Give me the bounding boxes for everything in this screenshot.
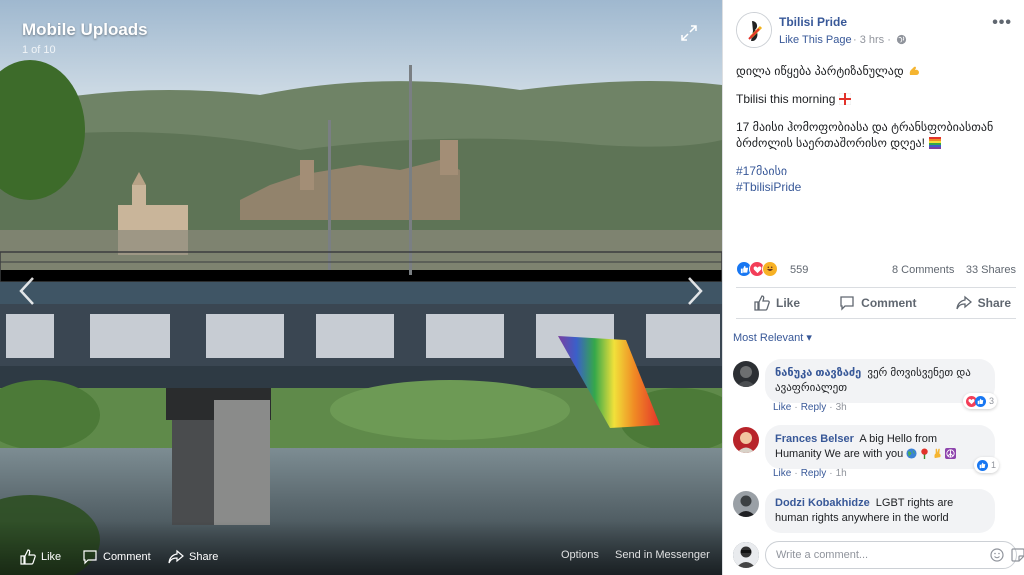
commenter-name[interactable]: ნანუკა თავზაძე bbox=[775, 367, 861, 379]
globe-icon bbox=[896, 34, 907, 45]
post-header: Tbilisi Pride Like This Page · 3 hrs · •… bbox=[736, 12, 1016, 52]
share-icon bbox=[955, 295, 972, 310]
more-options-icon[interactable]: ••• bbox=[992, 14, 1012, 32]
share-label: Share bbox=[977, 296, 1011, 310]
send-in-messenger-link[interactable]: Send in Messenger bbox=[615, 549, 710, 561]
comment-reaction-count: 1 bbox=[991, 460, 997, 470]
comment-meta: Like · Reply · 1h bbox=[773, 468, 847, 479]
rose-emoji-icon bbox=[921, 448, 928, 459]
hashtag-17maisi[interactable]: #17მაისი bbox=[736, 163, 1011, 179]
viewer-share-label: Share bbox=[189, 551, 219, 563]
like-reaction-icon bbox=[975, 395, 986, 407]
rainbow-flag-icon bbox=[928, 137, 941, 149]
shares-count-link[interactable]: 33 Shares bbox=[966, 264, 1016, 276]
comment-reply-link[interactable]: Reply bbox=[801, 468, 827, 479]
sticker-icon[interactable] bbox=[1011, 548, 1024, 562]
next-photo-icon[interactable] bbox=[682, 275, 706, 307]
comment-time[interactable]: 3h bbox=[836, 402, 847, 413]
globe-emoji-icon bbox=[906, 448, 917, 459]
comment-sort-dropdown[interactable]: Most Relevant ▾ bbox=[733, 331, 812, 344]
post-timestamp[interactable]: · 3 hrs · bbox=[853, 34, 891, 46]
flexed-biceps-icon bbox=[909, 66, 919, 75]
viewer-share-button[interactable]: Share bbox=[168, 549, 218, 565]
photo-counter: 1 of 10 bbox=[22, 44, 56, 56]
comment-bubble: Frances Belser A big Hello from Humanity… bbox=[765, 425, 995, 469]
write-comment-row bbox=[733, 541, 1024, 569]
write-comment-input[interactable] bbox=[765, 541, 1017, 569]
like-reaction-icon bbox=[977, 459, 988, 471]
viewer-comment-button[interactable]: Comment bbox=[82, 549, 151, 565]
viewer-comment-label: Comment bbox=[103, 551, 151, 563]
reactions-summary: 559 8 Comments 33 Shares bbox=[736, 261, 1016, 279]
share-button[interactable]: Share bbox=[955, 295, 1011, 311]
georgia-flag-icon bbox=[839, 93, 852, 105]
page-name-link[interactable]: Tbilisi Pride bbox=[779, 15, 847, 29]
fullscreen-icon[interactable] bbox=[680, 24, 698, 42]
photo[interactable] bbox=[0, 0, 722, 575]
commenter-name[interactable]: Frances Belser bbox=[775, 433, 854, 445]
commenter-avatar[interactable] bbox=[733, 361, 759, 387]
comment-icon bbox=[840, 296, 854, 311]
comment-item: ნანუკა თავზაძე ვერ მოვისვენეთ და ავაფრია… bbox=[733, 359, 1017, 417]
comments-count-link[interactable]: 8 Comments bbox=[892, 264, 954, 276]
hashtag-tbilisipride[interactable]: #TbilisiPride bbox=[736, 179, 1011, 195]
commenter-name[interactable]: Dodzi Kobakhidze bbox=[775, 497, 870, 509]
comment-icon bbox=[83, 550, 97, 565]
post-line-3a: 17 მაისი ჰომოფობიასა და ტრანსფობიასთან bbox=[736, 120, 994, 134]
reaction-icons[interactable] bbox=[736, 261, 778, 277]
comment-reaction-count: 3 bbox=[989, 396, 995, 406]
comment-reactions[interactable]: 3 bbox=[963, 393, 998, 409]
post-line-1: დილა იწყება პარტიზანულად bbox=[736, 64, 904, 78]
post-sidebar: Tbilisi Pride Like This Page · 3 hrs · •… bbox=[722, 0, 1024, 575]
share-icon bbox=[168, 549, 184, 564]
options-link[interactable]: Options bbox=[561, 549, 599, 561]
like-button[interactable]: Like bbox=[754, 295, 800, 311]
current-user-avatar bbox=[733, 542, 759, 568]
comment-like-link[interactable]: Like bbox=[773, 402, 791, 413]
viewer-action-bar: Like Comment Share Options Send in Messe… bbox=[0, 521, 722, 575]
thumbs-up-icon bbox=[20, 549, 36, 565]
comment-like-link[interactable]: Like bbox=[773, 468, 791, 479]
viewer-like-label: Like bbox=[41, 551, 62, 563]
peace-symbol-icon bbox=[945, 448, 957, 459]
commenter-avatar[interactable] bbox=[733, 491, 759, 517]
reaction-count[interactable]: 559 bbox=[790, 264, 808, 276]
comment-reply-link[interactable]: Reply bbox=[801, 402, 827, 413]
comment-meta: Like · Reply · 3h bbox=[773, 402, 847, 413]
comment-reactions[interactable]: 1 bbox=[974, 457, 1000, 473]
album-title[interactable]: Mobile Uploads bbox=[22, 20, 148, 40]
haha-reaction-icon bbox=[762, 261, 778, 277]
comment-bubble: ნანუკა თავზაძე ვერ მოვისვენეთ და ავაფრია… bbox=[765, 359, 995, 403]
comment-time[interactable]: 1h bbox=[836, 468, 847, 479]
thumbs-up-icon bbox=[754, 295, 770, 311]
post-line-2: Tbilisi this morning bbox=[736, 92, 836, 106]
post-action-bar: Like Comment Share bbox=[736, 287, 1016, 319]
comment-item: Dodzi Kobakhidze LGBT rights are human r… bbox=[733, 489, 1017, 533]
comment-bubble: Dodzi Kobakhidze LGBT rights are human r… bbox=[765, 489, 995, 533]
previous-photo-icon[interactable] bbox=[16, 275, 40, 307]
photo-viewer: Mobile Uploads 1 of 10 Like Comment Shar… bbox=[0, 0, 722, 575]
comment-emoji-row bbox=[906, 448, 957, 459]
comment-label: Comment bbox=[861, 296, 917, 310]
post-line-3b: ბრძოლის საერთაშორისო დღეა! bbox=[736, 136, 925, 150]
page-avatar[interactable] bbox=[736, 12, 772, 48]
like-label: Like bbox=[776, 296, 801, 310]
comment-button[interactable]: Comment bbox=[839, 295, 917, 311]
peace-hand-emoji-icon bbox=[934, 448, 941, 459]
commenter-avatar[interactable] bbox=[733, 427, 759, 453]
viewer-like-button[interactable]: Like bbox=[20, 549, 61, 565]
page-logo-icon bbox=[737, 13, 771, 47]
post-text: დილა იწყება პარტიზანულად Tbilisi this mo… bbox=[736, 63, 1011, 207]
emoji-icon[interactable] bbox=[990, 548, 1004, 562]
like-page-link[interactable]: Like This Page bbox=[779, 34, 852, 46]
comment-item: Frances Belser A big Hello from Humanity… bbox=[733, 425, 1017, 483]
